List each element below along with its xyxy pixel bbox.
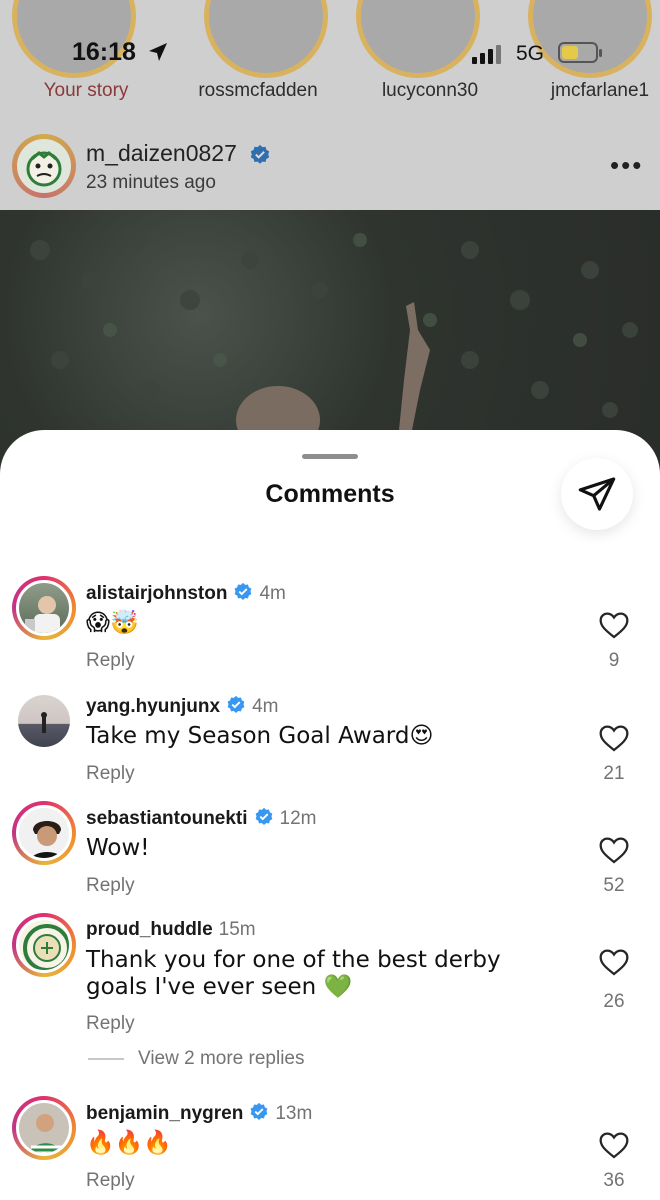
like-count: 26	[603, 991, 625, 1012]
comment-text: Wow!	[86, 835, 150, 861]
reply-button[interactable]: Reply	[86, 875, 135, 897]
avatar[interactable]	[12, 1096, 76, 1160]
like-count: 52	[603, 875, 625, 896]
battery-icon	[558, 42, 602, 63]
comment-text: Thank you for one of the best derby goal…	[86, 947, 501, 1000]
comment-time: 4m	[252, 696, 279, 717]
more-icon[interactable]: •••	[610, 150, 643, 181]
location-arrow-icon	[149, 43, 167, 61]
heart-icon[interactable]	[598, 835, 630, 865]
avatar[interactable]	[12, 689, 76, 753]
post-author-username[interactable]: m_daizen0827	[86, 140, 271, 167]
post-author-name[interactable]: m_daizen0827	[86, 140, 237, 166]
comment-text: 🔥🔥🔥	[86, 1130, 172, 1156]
comment-text: 😱🤯	[86, 610, 139, 636]
comments-sheet: Comments alistairjohnston4m 😱🤯 Reply 9	[0, 430, 660, 1200]
view-more-replies-label[interactable]: View 2 more replies	[138, 1048, 305, 1069]
comment-text: Take my Season Goal Award😍	[86, 723, 434, 749]
story-avatar-rossmcfadden[interactable]	[204, 0, 328, 78]
heart-icon[interactable]	[598, 1130, 630, 1160]
verified-icon	[250, 1102, 268, 1120]
comment-header: yang.hyunjunx 4m	[86, 695, 278, 718]
share-icon	[578, 477, 616, 511]
comment-username[interactable]: proud_huddle	[86, 919, 213, 940]
reply-button[interactable]: Reply	[86, 1170, 135, 1192]
replies-divider	[88, 1058, 124, 1060]
heart-icon[interactable]	[598, 947, 630, 977]
comment-time: 4m	[259, 583, 286, 604]
verified-icon	[255, 807, 272, 825]
like-count: 36	[603, 1170, 625, 1191]
story-avatar-lucyconn30[interactable]	[356, 0, 480, 78]
comment-header: sebastiantounekti 12m	[86, 807, 317, 830]
post-header: m_daizen0827 23 minutes ago •••	[0, 120, 660, 210]
like-count: 9	[608, 650, 620, 671]
comment-username[interactable]: sebastiantounekti	[86, 808, 248, 829]
story-label-jmcfarlane1: jmcfarlane1	[550, 80, 650, 101]
comment-time: 15m	[218, 919, 256, 940]
heart-icon[interactable]	[598, 723, 630, 753]
comment-header: benjamin_nygren 13m	[86, 1102, 312, 1125]
avatar[interactable]	[12, 576, 76, 640]
reply-button[interactable]: Reply	[86, 650, 135, 672]
comment-time: 13m	[275, 1103, 313, 1124]
avatar[interactable]	[12, 801, 76, 865]
story-label-own: Your story	[43, 80, 129, 101]
avatar[interactable]	[12, 913, 76, 977]
story-label-rossmcfadden: rossmcfadden	[198, 80, 318, 101]
verified-icon	[227, 695, 245, 713]
like-count: 21	[603, 763, 625, 784]
share-button[interactable]	[561, 458, 633, 530]
network-label: 5G	[516, 42, 545, 65]
story-label-lucyconn30: lucyconn30	[381, 80, 479, 101]
status-time: 16:18	[72, 38, 136, 66]
comment-username[interactable]: yang.hyunjunx	[86, 696, 220, 717]
comment-username[interactable]: alistairjohnston	[86, 583, 227, 604]
heart-icon[interactable]	[598, 610, 630, 640]
sheet-grabber[interactable]	[302, 454, 358, 459]
view-more-replies[interactable]: View 2 more replies	[88, 1048, 305, 1070]
comment-time: 12m	[279, 808, 317, 829]
reply-button[interactable]: Reply	[86, 763, 135, 785]
comment-header: alistairjohnston 4m	[86, 582, 286, 605]
reply-button[interactable]: Reply	[86, 1013, 135, 1035]
signal-icon	[472, 45, 501, 64]
verified-icon	[251, 144, 270, 164]
story-avatar-jmcfarlane1[interactable]	[528, 0, 652, 78]
verified-icon	[235, 582, 252, 600]
comment-username[interactable]: benjamin_nygren	[86, 1103, 243, 1124]
comment-header: proud_huddle 15m	[86, 919, 256, 941]
post-time: 23 minutes ago	[86, 172, 216, 193]
post-author-avatar[interactable]	[12, 134, 76, 198]
